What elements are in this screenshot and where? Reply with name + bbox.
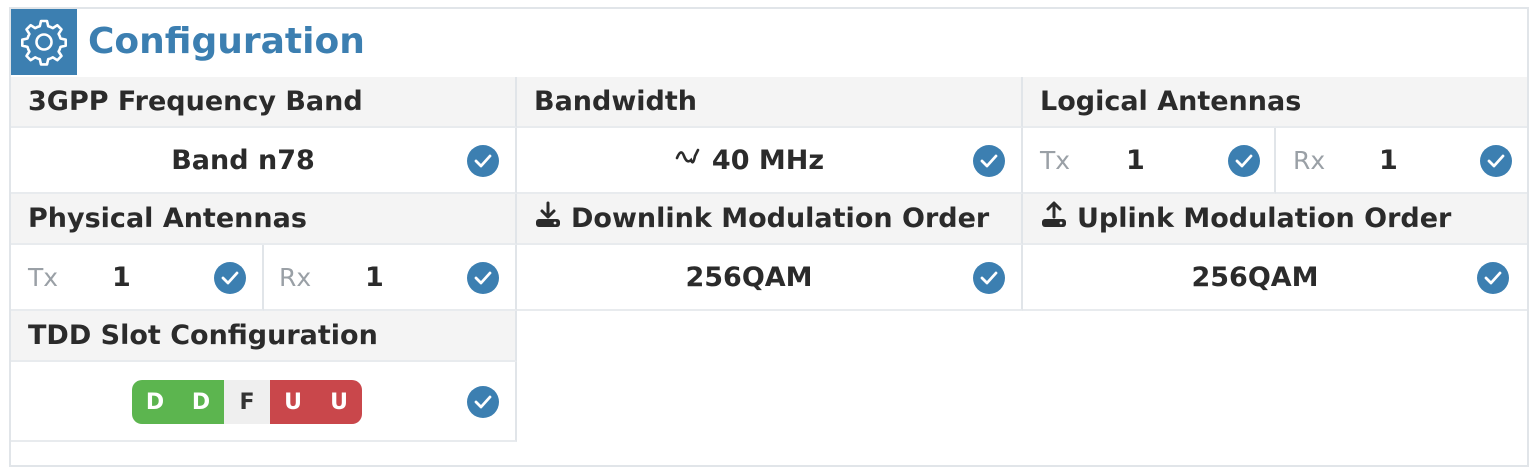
- tdd-slot: F: [224, 380, 270, 424]
- uplink-modulation-label-text: Uplink Modulation Order: [1077, 203, 1452, 234]
- gear-icon: [11, 9, 77, 75]
- tdd-slot-label-text: TDD Slot Configuration: [28, 320, 378, 351]
- check-circle-icon: [1228, 145, 1260, 177]
- panel-header: Configuration: [11, 9, 1527, 79]
- logical-antennas-label-text: Logical Antennas: [1040, 86, 1302, 117]
- logical-antennas-tx-cell: Tx 1: [1023, 128, 1276, 194]
- tdd-slot: U: [316, 380, 362, 424]
- logical-tx-value: 1: [1126, 145, 1145, 176]
- upload-icon: [1039, 201, 1069, 236]
- check-circle-icon: [467, 386, 499, 418]
- check-circle-icon: [467, 145, 499, 177]
- downlink-modulation-value: 256QAM: [685, 261, 813, 293]
- bandwidth-label: Bandwidth: [517, 77, 1023, 128]
- tdd-slot-label: TDD Slot Configuration: [11, 311, 517, 362]
- tdd-slot: U: [270, 380, 316, 424]
- frequency-band-value-cell: Band n78: [11, 128, 517, 194]
- frequency-band-label: 3GPP Frequency Band: [11, 77, 517, 128]
- configuration-panel: Configuration 3GPP Frequency Band Bandwi…: [9, 7, 1529, 467]
- downlink-modulation-label-text: Downlink Modulation Order: [571, 203, 990, 234]
- downlink-modulation-label: Downlink Modulation Order: [517, 194, 1023, 245]
- download-icon: [533, 201, 563, 236]
- frequency-band-label-text: 3GPP Frequency Band: [28, 86, 363, 117]
- bandwidth-label-text: Bandwidth: [534, 86, 698, 117]
- physical-rx-label: Rx: [279, 263, 312, 292]
- physical-tx-value: 1: [112, 262, 131, 293]
- physical-antennas-label: Physical Antennas: [11, 194, 517, 245]
- physical-antennas-rx-cell: Rx 1: [264, 245, 517, 311]
- check-circle-icon: [973, 262, 1005, 294]
- bandwidth-value-cell: 40 MHz: [517, 128, 1023, 194]
- signal-wave-icon: [674, 144, 704, 177]
- physical-antennas-label-text: Physical Antennas: [28, 203, 307, 234]
- physical-antennas-tx-cell: Tx 1: [11, 245, 264, 311]
- tdd-slot-pattern: D D F U U: [132, 380, 362, 424]
- logical-antennas-label: Logical Antennas: [1023, 77, 1527, 128]
- check-circle-icon: [214, 262, 246, 294]
- logical-tx-label: Tx: [1040, 146, 1071, 175]
- physical-rx-value: 1: [365, 262, 384, 293]
- downlink-modulation-value-cell: 256QAM: [517, 245, 1023, 311]
- bandwidth-value: 40 MHz: [711, 144, 825, 176]
- logical-rx-label: Rx: [1293, 146, 1326, 175]
- tdd-slot: D: [132, 380, 178, 424]
- uplink-modulation-label: Uplink Modulation Order: [1023, 194, 1527, 245]
- logical-antennas-rx-cell: Rx 1: [1276, 128, 1527, 194]
- check-circle-icon: [467, 262, 499, 294]
- physical-tx-label: Tx: [28, 263, 59, 292]
- tdd-slot-value-cell: D D F U U: [11, 362, 517, 442]
- page-title: Configuration: [88, 21, 365, 62]
- tdd-slot: D: [178, 380, 224, 424]
- check-circle-icon: [973, 145, 1005, 177]
- logical-rx-value: 1: [1379, 145, 1398, 176]
- check-circle-icon: [1480, 145, 1512, 177]
- frequency-band-value: Band n78: [171, 144, 315, 176]
- uplink-modulation-value: 256QAM: [1191, 261, 1319, 293]
- check-circle-icon: [1477, 262, 1509, 294]
- uplink-modulation-value-cell: 256QAM: [1023, 245, 1527, 311]
